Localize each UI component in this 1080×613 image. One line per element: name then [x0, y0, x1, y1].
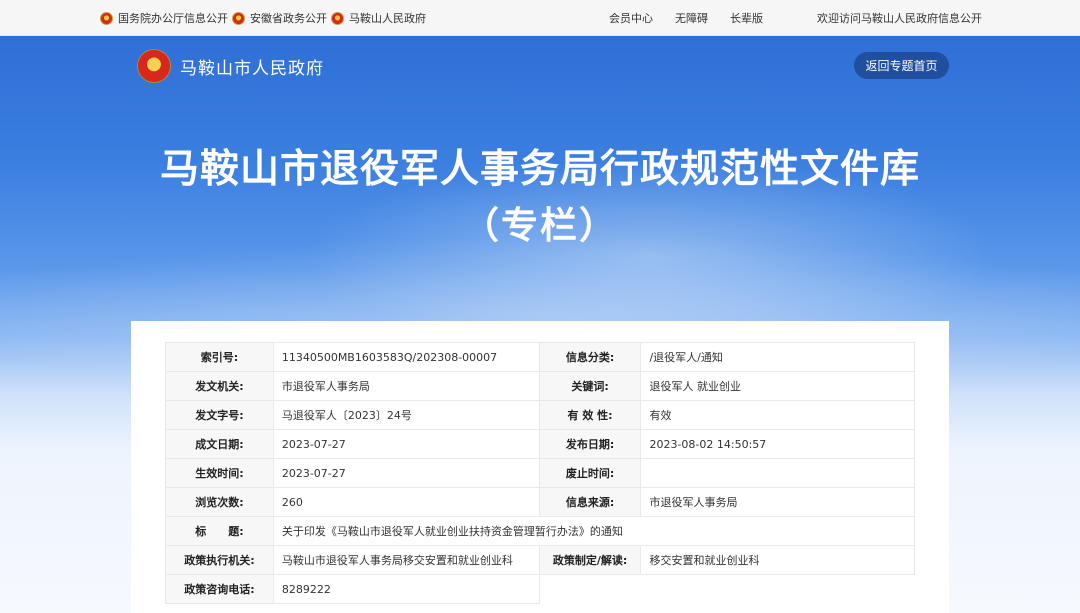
doc-number-value: 马退役军人〔2023〕24号: [272, 400, 540, 430]
executor-label: 政策执行机关:: [165, 545, 274, 575]
repeal-date-value: [640, 458, 915, 488]
keywords-value: 退役军人 就业创业: [640, 371, 915, 401]
index-label: 索引号:: [165, 342, 274, 372]
category-label: 信息分类:: [538, 342, 642, 372]
written-date-label: 成文日期:: [165, 429, 274, 459]
source-label: 信息来源:: [538, 487, 642, 517]
elder-mode-link[interactable]: 长辈版: [730, 10, 763, 26]
title-label: 标 题:: [165, 516, 274, 546]
site-name: 马鞍山市人民政府: [180, 58, 324, 79]
effective-date-value: 2023-07-27: [272, 458, 540, 488]
table-row: 发文字号: 马退役军人〔2023〕24号 有 效 性: 有效: [165, 400, 915, 430]
return-home-button[interactable]: 返回专题首页: [854, 52, 949, 79]
issuer-label: 发文机关:: [165, 371, 274, 401]
table-row: 生效时间: 2023-07-27 废止时间:: [165, 458, 915, 488]
views-label: 浏览次数:: [165, 487, 274, 517]
publish-date-value: 2023-08-02 14:50:57: [640, 429, 915, 459]
link-state-council[interactable]: 国务院办公厅信息公开: [100, 10, 228, 26]
empty-cell: [539, 575, 914, 604]
link-label: 国务院办公厅信息公开: [118, 12, 228, 25]
table-row: 政策咨询电话: 8289222: [165, 574, 915, 604]
doc-number-label: 发文字号:: [165, 400, 274, 430]
member-center-link[interactable]: 会员中心: [609, 10, 653, 26]
written-date-value: 2023-07-27: [272, 429, 540, 459]
executor-value: 马鞍山市退役军人事务局移交安置和就业创业科: [272, 545, 540, 575]
table-row: 浏览次数: 260 信息来源: 市退役军人事务局: [165, 487, 915, 517]
top-right-links: 会员中心 无障碍 长辈版 欢迎访问马鞍山人民政府信息公开: [587, 0, 982, 36]
views-value: 260: [272, 487, 540, 517]
link-anhui[interactable]: 安徽省政务公开: [232, 10, 327, 26]
table-row: 索引号: 11340500MB1603583Q/202308-00007 信息分…: [165, 342, 915, 372]
title-value: 关于印发《马鞍山市退役军人就业创业扶持资金管理暂行办法》的通知: [272, 516, 916, 546]
accessibility-link[interactable]: 无障碍: [675, 10, 708, 26]
link-label: 安徽省政务公开: [250, 12, 327, 25]
effective-date-label: 生效时间:: [165, 458, 274, 488]
page-title: 马鞍山市退役军人事务局行政规范性文件库: [159, 147, 920, 192]
page-subtitle: （专栏）: [462, 204, 618, 247]
category-value: /退役军人/通知: [640, 342, 915, 372]
table-row: 发文机关: 市退役军人事务局 关键词: 退役军人 就业创业: [165, 371, 915, 401]
table-row: 政策执行机关: 马鞍山市退役军人事务局移交安置和就业创业科 政策制定/解读: 移…: [165, 545, 915, 575]
document-info-table: 索引号: 11340500MB1603583Q/202308-00007 信息分…: [165, 342, 916, 604]
site-logo[interactable]: 马鞍山市人民政府: [138, 50, 324, 82]
phone-label: 政策咨询电话:: [165, 574, 274, 604]
info-card: 索引号: 11340500MB1603583Q/202308-00007 信息分…: [131, 321, 949, 613]
national-emblem-icon: [138, 50, 170, 82]
maker-label: 政策制定/解读:: [538, 545, 642, 575]
issuer-value: 市退役军人事务局: [272, 371, 540, 401]
keywords-label: 关键词:: [538, 371, 642, 401]
repeal-date-label: 废止时间:: [538, 458, 642, 488]
validity-label: 有 效 性:: [538, 400, 642, 430]
index-value: 11340500MB1603583Q/202308-00007: [272, 342, 540, 372]
top-bar: 国务院办公厅信息公开 安徽省政务公开 马鞍山人民政府 会员中心 无障碍 长辈版 …: [0, 0, 1080, 36]
phone-value: 8289222: [272, 574, 540, 604]
publish-date-label: 发布日期:: [538, 429, 642, 459]
link-label: 马鞍山人民政府: [349, 12, 426, 25]
top-links: 国务院办公厅信息公开 安徽省政务公开 马鞍山人民政府: [100, 0, 430, 36]
validity-value: 有效: [640, 400, 915, 430]
table-row: 成文日期: 2023-07-27 发布日期: 2023-08-02 14:50:…: [165, 429, 915, 459]
national-emblem-icon: [100, 11, 113, 25]
source-value: 市退役军人事务局: [640, 487, 915, 517]
welcome-text: 欢迎访问马鞍山人民政府信息公开: [817, 12, 982, 25]
table-row: 标 题: 关于印发《马鞍山市退役军人就业创业扶持资金管理暂行办法》的通知: [165, 516, 916, 546]
national-emblem-icon: [331, 11, 344, 25]
link-maanshan[interactable]: 马鞍山人民政府: [331, 10, 426, 26]
national-emblem-icon: [232, 11, 245, 25]
maker-value: 移交安置和就业创业科: [640, 545, 915, 575]
